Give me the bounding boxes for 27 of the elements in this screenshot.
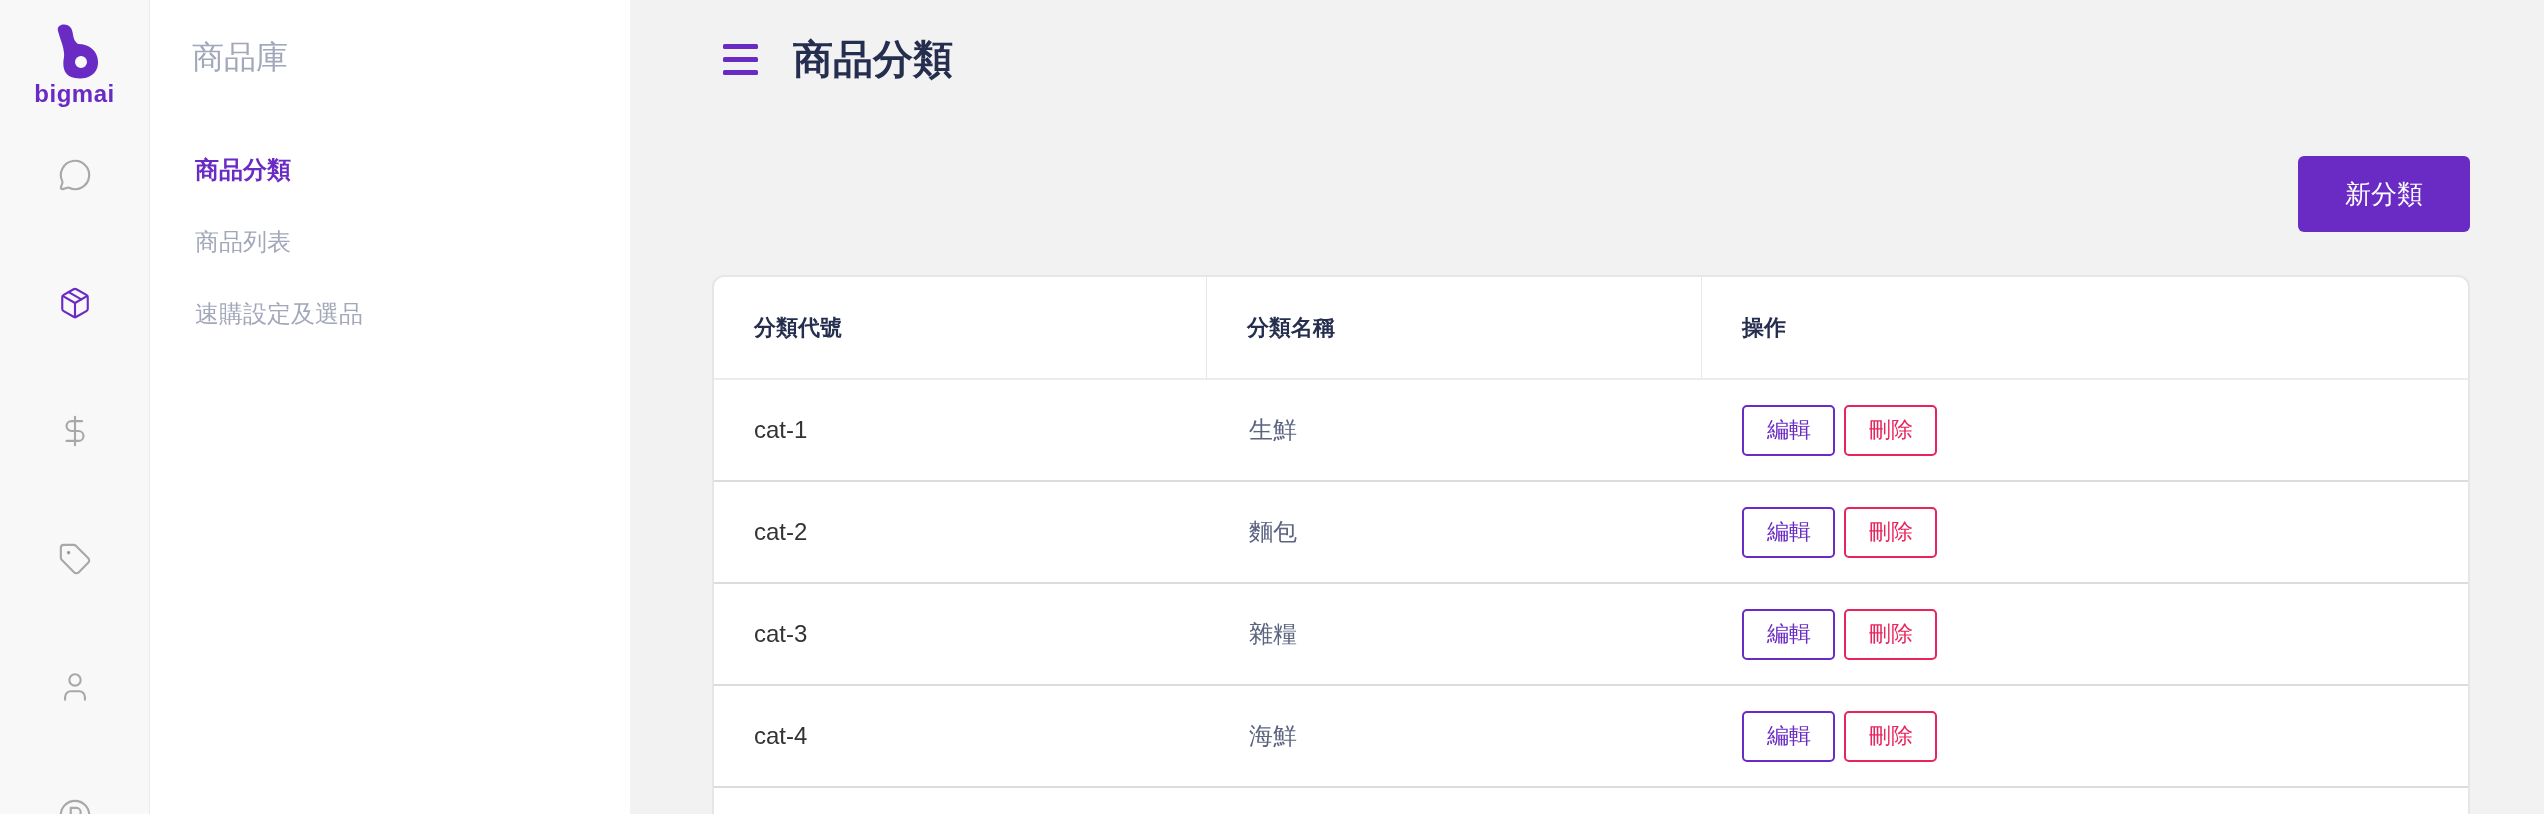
edit-button[interactable]: 編輯 [1742,710,1835,762]
column-header: 分類名稱 [1207,277,1702,378]
table-cell: cat-3 [754,619,808,649]
logo-text: bigmai [34,83,115,105]
edit-button[interactable]: 編輯 [1742,506,1835,558]
edit-button[interactable]: 編輯 [1742,404,1835,456]
page-title: 商品分類 [793,36,953,83]
column-header: 操作 [1740,313,1787,342]
table-cell: cat-4 [754,721,808,751]
edit-button[interactable]: 編輯 [1742,608,1835,660]
chat-icon[interactable] [57,158,92,192]
tag-icon[interactable] [57,542,92,576]
table-cell: 生鮮 [1249,415,1297,445]
table-cell: 麵包 [1249,517,1297,547]
table-cell: cat-2 [754,517,808,547]
delete-button[interactable]: 刪除 [1844,506,1937,558]
sidebar-item[interactable]: 商品分類 [195,150,291,190]
column-header: 分類代號 [714,277,1207,378]
table-cell: 雜糧 [1249,619,1297,649]
delete-button[interactable]: 刪除 [1844,710,1937,762]
menu-icon[interactable] [723,43,758,75]
table-cell: cat-1 [754,415,808,445]
sidebar-title: 商品庫 [192,38,288,77]
new-category-button[interactable]: 新分類 [2298,156,2470,232]
table-cell: 海鮮 [1249,721,1297,751]
delete-button[interactable]: 刪除 [1844,404,1937,456]
delete-button[interactable]: 刪除 [1844,608,1937,660]
